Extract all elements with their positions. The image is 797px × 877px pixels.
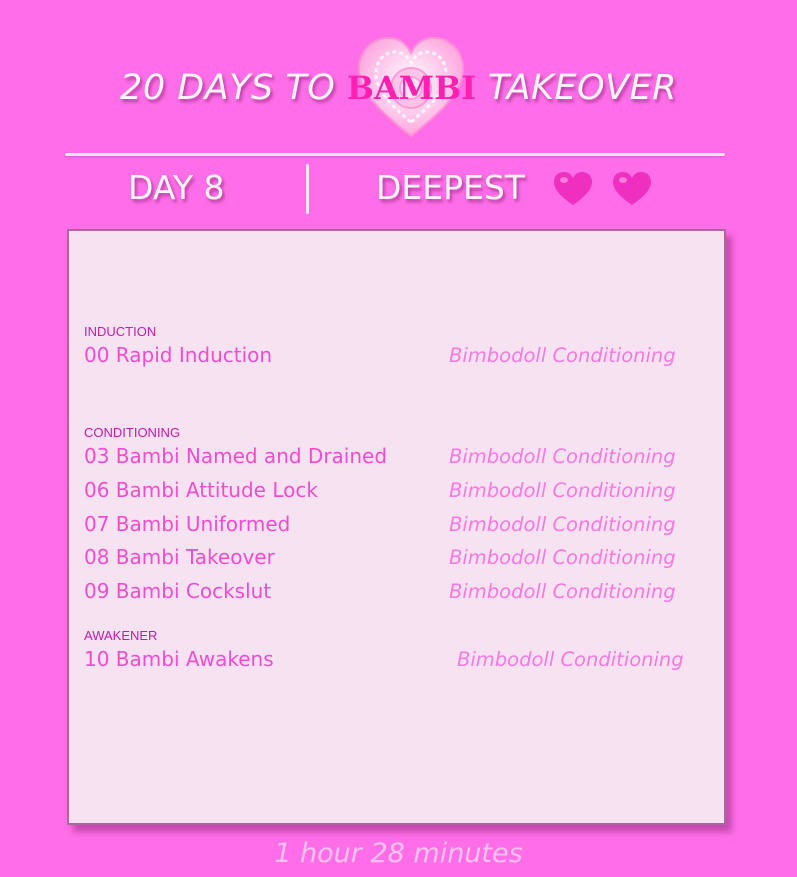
total-duration: 1 hour 28 minutes — [274, 838, 523, 869]
track-title[interactable]: 09 Bambi Cockslut — [84, 579, 271, 603]
vertical-separator — [306, 164, 309, 214]
section-label-awakener: AWAKENER — [84, 628, 158, 643]
day-label: DAY 8 — [128, 168, 225, 207]
track-source: Bimbodoll Conditioning — [457, 648, 684, 671]
track-title[interactable]: 00 Rapid Induction — [84, 343, 272, 367]
track-source: Bimbodoll Conditioning — [449, 445, 676, 468]
track-title[interactable]: 03 Bambi Named and Drained — [84, 444, 387, 468]
track-source: Bimbodoll Conditioning — [449, 513, 676, 536]
title-suffix: TAKEOVER — [476, 68, 677, 108]
track-title[interactable]: 06 Bambi Attitude Lock — [84, 478, 318, 502]
title-prefix: 20 DAYS TO — [120, 68, 347, 108]
track-source: Bimbodoll Conditioning — [449, 479, 676, 502]
track-title[interactable]: 10 Bambi Awakens — [84, 647, 274, 671]
track-title[interactable]: 07 Bambi Uniformed — [84, 512, 290, 536]
track-title[interactable]: 08 Bambi Takeover — [84, 545, 275, 569]
level-label: DEEPEST — [376, 168, 525, 207]
track-source: Bimbodoll Conditioning — [449, 546, 676, 569]
playlist-panel: INDUCTION 00 Rapid Induction Bimbodoll C… — [67, 229, 726, 825]
page-title: 20 DAYS TO BAMBI TAKEOVER — [0, 68, 797, 108]
section-label-induction: INDUCTION — [84, 324, 157, 339]
heart-icon — [613, 172, 651, 205]
track-source: Bimbodoll Conditioning — [449, 580, 676, 603]
heart-icon — [554, 172, 592, 205]
title-brand: BAMBI — [346, 69, 477, 107]
header-divider — [65, 153, 725, 156]
header: 20 DAYS TO BAMBI TAKEOVER — [0, 36, 797, 146]
track-source: Bimbodoll Conditioning — [449, 344, 676, 367]
section-label-conditioning: CONDITIONING — [84, 425, 181, 440]
